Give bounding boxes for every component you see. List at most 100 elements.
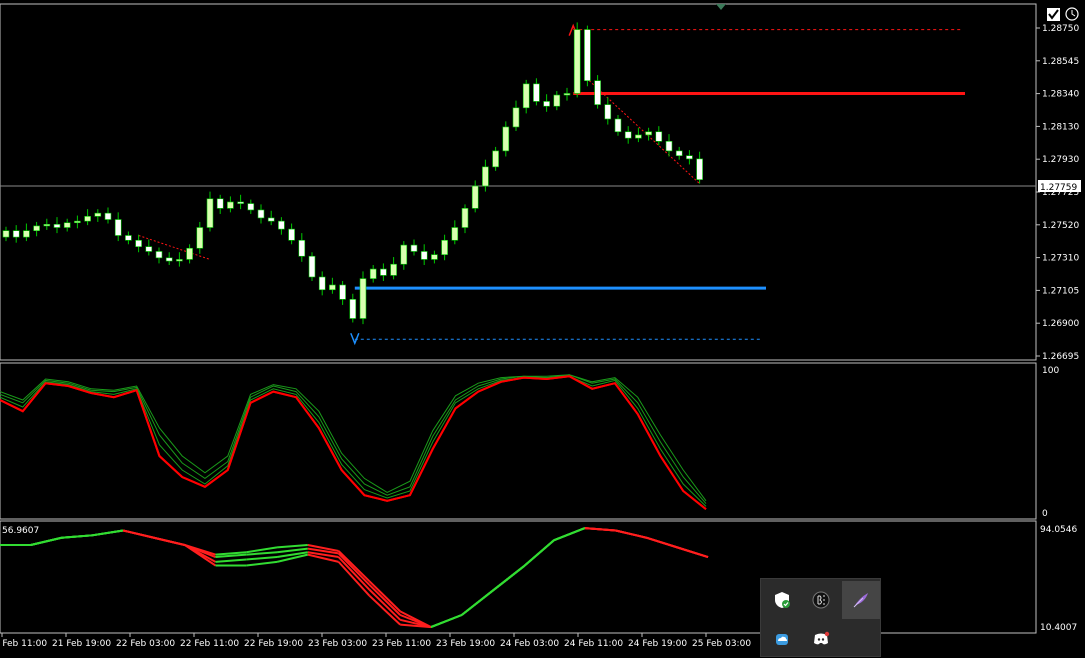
indicator-series-segment [553,527,586,542]
candle-body [23,230,30,238]
indicator-series-segment [368,580,401,613]
candle-body [543,101,550,107]
time-tick-label: 24 Feb 11:00 [564,639,623,649]
candle-body [420,251,428,260]
price-scale: 1.28750 1.28545 1.28340 1.28130 1.27930 1.277… [1036,24,1079,362]
time-axis: 20 Feb 11:00 21 Feb 19:00 22 Feb 03:00 22 F… [0,633,751,649]
indicator-series-segment [122,529,155,539]
candle-body [522,83,530,109]
candle-body [125,235,132,241]
candle-body [135,239,142,247]
indicator-series-segment [246,546,278,554]
indicator-series-segment [246,560,278,567]
time-tick-label: 24 Feb 19:00 [628,639,687,649]
price-tick-label: 1.27105 [1042,286,1079,296]
oscillator-min-label: 0 [1042,509,1048,519]
tray-item-discord[interactable] [802,620,840,658]
indicator-series-segment [92,529,124,537]
indicator-series-segment [215,558,247,563]
candle-body [165,257,173,262]
candle-body [349,299,357,319]
indicator-series-segment [246,551,278,556]
candle-body [114,219,122,236]
candle-body [308,255,316,278]
candle-body [247,203,255,211]
candle-body [257,209,265,219]
candle-body [94,212,102,217]
shield-check-icon [775,592,790,608]
indicator-series-segment [615,529,647,539]
indicator-series-segment [584,527,616,532]
price-tick-label: 1.27520 [1042,221,1079,231]
indicator-lines [0,527,709,629]
candle-body [675,150,683,156]
candle-body [482,166,489,187]
candle-body [665,141,673,152]
candle-body [451,227,459,241]
time-tick-label: 23 Feb 03:00 [308,639,367,649]
candle-body [645,131,652,136]
candle-body [155,251,163,259]
time-tick-label: 24 Feb 03:00 [500,639,559,649]
time-tick-label: 25 Feb 03:00 [692,639,751,649]
shift-marker-icon[interactable] [716,4,726,10]
indicator-series-segment [522,539,555,568]
candle-body [512,107,520,128]
price-tick-label: 1.26695 [1042,352,1079,362]
indicator-series-segment [30,536,62,546]
candle-body [390,263,397,276]
candle-body [461,208,469,228]
candle-body [339,284,346,300]
oscillator-series-line [0,374,707,504]
oscillator-max-label: 100 [1042,366,1059,376]
indicator-value-label: 56.9607 [2,526,39,536]
indicator-series-segment [491,565,524,592]
candle-body [410,244,418,252]
trough-arrow-icon [350,332,360,346]
candle-body [614,118,622,133]
price-tick-label: 1.27930 [1042,155,1079,165]
candle-body [298,239,306,257]
candle-body [471,185,479,209]
price-panel-frame [0,3,1037,361]
trading-chart[interactable]: 1.28750 1.28545 1.28340 1.28130 1.27930 1.277… [0,0,1085,657]
candle-body [431,254,438,260]
candle-body [2,230,10,238]
candle-body [441,239,448,255]
oscillator-main-line [0,375,707,510]
cloud-icon [776,634,788,645]
candle-body [63,222,71,228]
candle-body [553,94,561,107]
tray-item-feather[interactable] [842,581,880,619]
candle-body [655,131,663,142]
indicator-series-segment [430,614,463,629]
candle-body [278,220,285,230]
price-tick-label: 1.28130 [1042,122,1079,132]
candle-body [584,29,591,81]
candle-body [227,201,234,209]
indicator-series-segment [276,547,308,554]
price-tick-label: 1.28545 [1042,57,1079,67]
trend-line [588,80,700,184]
price-tick-label: 1.27310 [1042,254,1079,264]
candle-body [492,150,499,168]
system-tray-popup [760,578,881,657]
tray-item-cloud[interactable] [763,620,801,658]
candle-body [594,80,601,105]
candle-body [176,259,183,262]
tray-item-bs-app[interactable] [802,581,840,619]
time-tick-label: 22 Feb 19:00 [244,639,303,649]
candle-body [318,276,326,291]
indicator-series-segment [276,543,308,549]
tray-item-security[interactable] [763,581,801,619]
candle-body [573,29,581,94]
candle-body [53,224,61,228]
candle-body [104,212,112,220]
time-tick-label: 20 Feb 11:00 [0,639,47,649]
candle-body [206,198,214,228]
candle-body [624,131,632,139]
price-tick-label: 1.28340 [1042,90,1079,100]
candle-body [380,268,387,276]
candle-body [74,220,81,224]
indicator-series-segment [337,556,371,591]
